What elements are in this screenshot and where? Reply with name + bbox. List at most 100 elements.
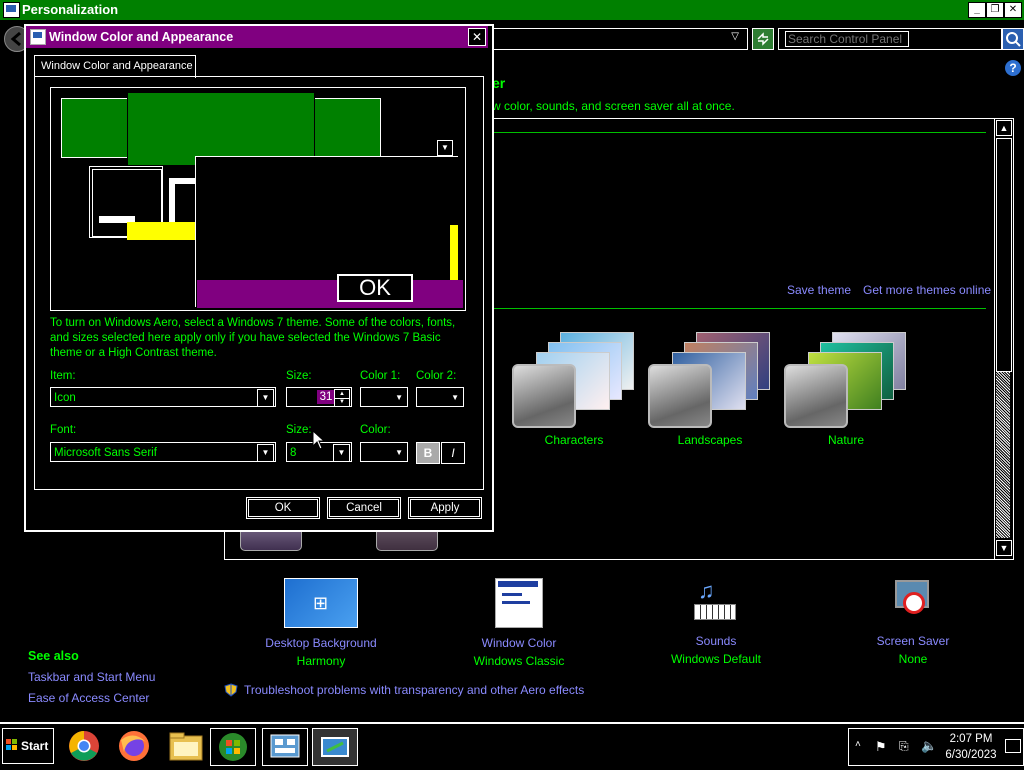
cancel-button[interactable]: Cancel — [327, 497, 401, 519]
volume-muted-icon[interactable]: 🔈 — [921, 738, 937, 754]
minimize-button[interactable]: _ — [968, 2, 986, 18]
font-select[interactable]: Microsoft Sans Serif ▼ — [50, 442, 276, 462]
start-button[interactable]: Start — [2, 728, 54, 764]
appearance-preview[interactable]: ▼ OK — [50, 87, 466, 311]
theme-label[interactable]: Characters — [514, 433, 634, 447]
preview-ok-button: OK — [337, 274, 413, 302]
preview-active-titlebar — [127, 92, 315, 166]
ease-of-access-link[interactable]: Ease of Access Center — [28, 691, 149, 705]
close-button[interactable]: ✕ — [1004, 2, 1022, 18]
address-bar[interactable]: ▽ — [492, 28, 748, 50]
network-icon[interactable]: ⎘ — [899, 739, 909, 754]
dialog-title-bar: Window Color and Appearance — [26, 26, 488, 48]
chevron-down-icon[interactable]: ▼ — [257, 389, 274, 407]
preview-dropdown-icon: ▼ — [437, 140, 453, 156]
chevron-down-icon[interactable]: ▼ — [451, 388, 459, 408]
control-panel-icon[interactable] — [262, 728, 308, 766]
theme-glass-icon — [648, 364, 712, 428]
tab-window-color-appearance[interactable]: Window Color and Appearance — [34, 55, 196, 78]
chrome-icon[interactable] — [62, 728, 106, 764]
clock-date[interactable]: 6/30/2023 — [939, 749, 1003, 761]
item-value: Windows Default — [670, 652, 762, 666]
sounds-icon: ♫ — [692, 578, 740, 626]
aero-info-text: To turn on Windows Aero, select a Window… — [50, 317, 456, 359]
chevron-down-icon[interactable]: ▼ — [333, 444, 350, 462]
troubleshoot-link[interactable]: Troubleshoot problems with transparency … — [244, 683, 584, 697]
file-explorer-icon[interactable] — [164, 728, 208, 764]
see-also-heading: See also — [28, 649, 79, 663]
color1-picker[interactable]: ▼ — [360, 387, 408, 407]
personalization-app-icon — [3, 2, 20, 18]
save-theme-link[interactable]: Save theme — [787, 283, 851, 297]
theme-characters[interactable] — [510, 330, 634, 430]
preview-scrollbar — [169, 178, 197, 228]
chevron-down-icon[interactable]: ▼ — [395, 388, 403, 408]
theme-landscapes[interactable] — [646, 330, 770, 430]
item-select-value: Icon — [54, 392, 76, 404]
apply-button[interactable]: Apply — [408, 497, 482, 519]
show-hidden-icons-icon[interactable]: ˄ — [855, 739, 861, 750]
item-name: Screen Saver — [876, 634, 950, 648]
start-label: Start — [21, 739, 49, 753]
window-color-icon — [495, 578, 543, 628]
item-value: Windows Classic — [473, 654, 565, 668]
screen-saver-item[interactable]: Screen Saver None — [838, 578, 988, 666]
shield-icon — [224, 683, 238, 697]
color2-label: Color 2: — [416, 370, 457, 382]
size-value[interactable]: 31 — [317, 390, 335, 404]
firefox-icon[interactable] — [112, 728, 156, 764]
italic-toggle[interactable]: I — [441, 442, 465, 464]
dialog-close-button[interactable]: ✕ — [468, 28, 486, 46]
windows-logo-icon — [6, 739, 18, 751]
font-label: Font: — [50, 424, 77, 436]
tab-label: Window Color and Appearance — [41, 60, 193, 72]
item-select[interactable]: Icon ▼ — [50, 387, 276, 407]
restore-button[interactable]: ❐ — [986, 2, 1004, 18]
dialog-app-icon — [30, 29, 46, 45]
scroll-thumb[interactable] — [996, 138, 1012, 372]
theme-label[interactable]: Landscapes — [650, 433, 770, 447]
font-color-label: Color: — [360, 424, 391, 436]
get-more-themes-link[interactable]: Get more themes online — [863, 283, 991, 297]
ok-button[interactable]: OK — [246, 497, 320, 519]
chevron-down-icon[interactable]: ▼ — [395, 443, 403, 463]
divider — [490, 132, 986, 133]
theme-label[interactable]: Nature — [786, 433, 906, 447]
refresh-button[interactable] — [752, 28, 774, 50]
scroll-up-button[interactable]: ▲ — [996, 120, 1012, 136]
size-stepper[interactable]: 31 ▲ ▼ — [286, 387, 352, 407]
sounds-item[interactable]: ♫ Sounds Windows Default — [641, 578, 791, 666]
item-name: Desktop Background — [265, 636, 377, 650]
clock-time[interactable]: 2:07 PM — [939, 733, 1003, 745]
show-desktop-icon[interactable] — [1005, 739, 1021, 753]
taskbar-start-menu-link[interactable]: Taskbar and Start Menu — [28, 670, 155, 684]
chevron-down-icon[interactable]: ▼ — [257, 444, 274, 462]
desktop-background-icon: ⊞ — [284, 578, 358, 628]
action-center-icon[interactable]: ⚑ — [875, 739, 887, 755]
color2-picker[interactable]: ▼ — [416, 387, 464, 407]
search-input[interactable] — [785, 31, 909, 47]
divider — [490, 308, 986, 309]
search-box — [778, 28, 1002, 50]
mouse-cursor-icon — [312, 430, 326, 450]
help-icon[interactable]: ? — [1005, 60, 1021, 76]
refresh-icon — [757, 32, 769, 46]
media-center-icon[interactable] — [210, 728, 256, 766]
scroll-down-button[interactable]: ▼ — [996, 540, 1012, 556]
search-button[interactable] — [1002, 28, 1024, 50]
theme-glass-icon — [784, 364, 848, 428]
page-subtitle: w color, sounds, and screen saver all at… — [492, 99, 735, 113]
theme-nature[interactable] — [782, 330, 906, 430]
main-title-bar: Personalization _ ❐ ✕ — [0, 0, 1024, 20]
window-color-item[interactable]: Window Color Windows Classic — [444, 578, 594, 668]
stepper-down-icon[interactable]: ▼ — [334, 398, 350, 407]
item-name: Sounds — [695, 634, 737, 648]
item-label: Item: — [50, 370, 76, 382]
scroll-track[interactable] — [996, 372, 1010, 538]
preview-purple-bar — [197, 280, 463, 308]
bold-toggle[interactable]: B — [416, 442, 440, 464]
personalization-taskbar-icon[interactable] — [312, 728, 358, 766]
desktop-background-item[interactable]: ⊞ Desktop Background Harmony — [246, 578, 396, 668]
address-dropdown-icon[interactable]: ▽ — [731, 31, 739, 42]
font-color-picker[interactable]: ▼ — [360, 442, 408, 462]
